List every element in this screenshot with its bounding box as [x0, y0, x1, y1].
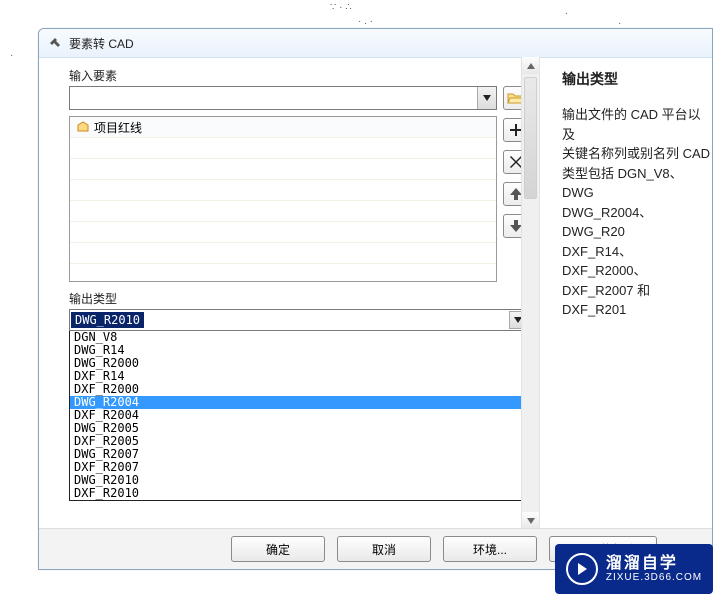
scroll-thumb[interactable]	[524, 77, 537, 199]
help-line: DXF_R14、DXF_R2000、	[562, 242, 712, 281]
left-panel: 输入要素	[39, 57, 540, 529]
layers-area: 项目红线	[69, 116, 529, 282]
layers-listbox[interactable]: 项目红线	[69, 116, 497, 282]
app-icon	[47, 35, 63, 51]
output-type-selected: DWG_R2010	[71, 312, 144, 328]
help-line: 输出文件的 CAD 平台以及	[562, 105, 712, 144]
help-line: DXF_R2007 和 DXF_R201	[562, 281, 712, 320]
polygon-icon	[76, 121, 90, 133]
left-inner: 输入要素	[69, 67, 529, 529]
input-features-label: 输入要素	[69, 67, 529, 84]
layer-row[interactable]: 项目红线	[70, 117, 496, 138]
content-area: 输入要素	[39, 57, 712, 529]
input-combo-row	[69, 86, 529, 110]
titlebar: 要素转 CAD	[39, 29, 712, 58]
output-type-label: 输出类型	[69, 290, 529, 307]
ok-button[interactable]: 确定	[231, 536, 325, 562]
help-line: 关键名称列或别名列 CAD	[562, 144, 712, 164]
option-dwg-r2000[interactable]: DWG_R2000	[70, 357, 528, 370]
input-combo-drop-icon[interactable]	[477, 87, 496, 109]
option-dgn-v8[interactable]: DGN_V8	[70, 331, 528, 344]
watermark-title: 溜溜自学	[606, 555, 702, 573]
output-type-dropdown[interactable]: DGN_V8 DWG_R14 DWG_R2000 DXF_R14 DXF_R20…	[69, 331, 529, 501]
help-heading: 输出类型	[562, 69, 712, 89]
dialog-window: 要素转 CAD 输入要素	[38, 28, 713, 570]
site-watermark: 溜溜自学 ZIXUE.3D66.COM	[555, 544, 713, 594]
environments-button[interactable]: 环境...	[443, 536, 537, 562]
cancel-button[interactable]: 取消	[337, 536, 431, 562]
left-scrollbar[interactable]	[521, 57, 539, 529]
help-panel: 输出类型 输出文件的 CAD 平台以及 关键名称列或别名列 CAD 类型包括 D…	[540, 57, 712, 529]
scroll-down-icon[interactable]	[522, 512, 539, 529]
help-line: DWG_R2004、DWG_R20	[562, 203, 712, 242]
scroll-up-icon[interactable]	[522, 57, 539, 74]
help-body: 输出文件的 CAD 平台以及 关键名称列或别名列 CAD 类型包括 DGN_V8…	[562, 105, 712, 320]
output-type-section: 输出类型 DWG_R2010 DGN_V8 DWG_R14 DWG_R2000 …	[69, 290, 529, 501]
help-line: 类型包括 DGN_V8、DWG	[562, 164, 712, 203]
input-features-combo[interactable]	[69, 86, 497, 110]
output-type-select[interactable]: DWG_R2010	[69, 309, 529, 331]
watermark-url: ZIXUE.3D66.COM	[606, 572, 702, 583]
option-dxf-r2010[interactable]: DXF_R2010	[70, 487, 528, 500]
layer-name: 项目红线	[94, 119, 142, 136]
window-title: 要素转 CAD	[69, 35, 134, 52]
play-icon	[566, 553, 598, 585]
